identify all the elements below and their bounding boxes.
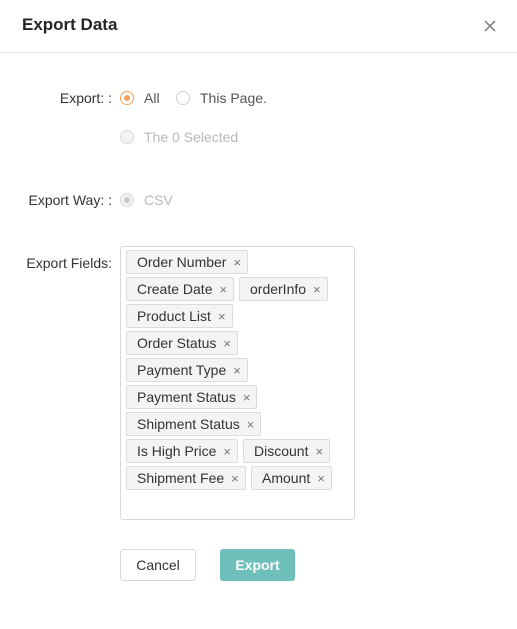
field-tag: Product List ×: [126, 304, 233, 328]
remove-icon[interactable]: ×: [223, 444, 231, 459]
remove-icon[interactable]: ×: [233, 363, 241, 378]
field-tag: Order Status ×: [126, 331, 238, 355]
cancel-button[interactable]: Cancel: [120, 549, 196, 581]
radio-export-this-page[interactable]: This Page.: [176, 90, 267, 106]
close-icon[interactable]: [480, 16, 500, 36]
radio-label: The 0 Selected: [144, 129, 239, 145]
field-tag-label: Is High Price: [137, 443, 217, 459]
field-tag: Amount ×: [251, 466, 332, 490]
field-tag-label: Order Status: [137, 335, 217, 351]
field-tag-label: Order Number: [137, 254, 227, 270]
export-way-label: Export Way: :: [28, 192, 112, 208]
radio-export-all[interactable]: All: [120, 90, 160, 106]
radio-export-way-csv: CSV: [120, 192, 173, 208]
remove-icon[interactable]: ×: [243, 390, 251, 405]
remove-icon[interactable]: ×: [219, 282, 227, 297]
field-tag: Shipment Status ×: [126, 412, 262, 436]
field-tag-label: Shipment Fee: [137, 470, 225, 486]
field-tag-label: Shipment Status: [137, 416, 240, 432]
field-tag: Is High Price ×: [126, 439, 238, 463]
export-button[interactable]: Export: [220, 549, 295, 581]
field-tag-label: Create Date: [137, 281, 213, 297]
radio-label: CSV: [144, 192, 173, 208]
export-fields-select[interactable]: Order Number × Create Date × orderInfo ×…: [120, 246, 355, 520]
dialog-header: Export Data: [0, 0, 517, 53]
remove-icon[interactable]: ×: [231, 471, 239, 486]
field-tag-label: Product List: [137, 308, 211, 324]
remove-icon[interactable]: ×: [223, 336, 231, 351]
remove-icon[interactable]: ×: [315, 444, 323, 459]
remove-icon[interactable]: ×: [317, 471, 325, 486]
export-data-dialog: Export Data Export: : All This Page. The…: [0, 0, 517, 629]
export-fields-label: Export Fields:: [26, 255, 112, 271]
field-tag: Discount ×: [243, 439, 331, 463]
remove-icon[interactable]: ×: [247, 417, 255, 432]
field-tag-label: Payment Type: [137, 362, 227, 378]
export-label: Export: :: [59, 90, 112, 106]
radio-label: This Page.: [200, 90, 267, 106]
remove-icon[interactable]: ×: [218, 309, 226, 324]
field-tag: orderInfo ×: [239, 277, 328, 301]
radio-label: All: [144, 90, 160, 106]
radio-circle[interactable]: [120, 91, 134, 105]
field-tag-label: Amount: [262, 470, 311, 486]
remove-icon[interactable]: ×: [313, 282, 321, 297]
field-tag: Create Date ×: [126, 277, 235, 301]
radio-circle[interactable]: [176, 91, 190, 105]
field-tag-label: Discount: [254, 443, 309, 459]
dialog-title: Export Data: [22, 15, 118, 34]
radio-export-selected: The 0 Selected: [120, 129, 238, 145]
field-tag-label: Payment Status: [137, 389, 236, 405]
remove-icon[interactable]: ×: [233, 255, 241, 270]
radio-circle: [120, 193, 134, 207]
field-tag: Payment Type ×: [126, 358, 248, 382]
field-tag: Order Number ×: [126, 250, 249, 274]
field-tag: Shipment Fee ×: [126, 466, 246, 490]
field-tag: Payment Status ×: [126, 385, 258, 409]
field-tag-label: orderInfo: [250, 281, 307, 297]
radio-circle: [120, 130, 134, 144]
